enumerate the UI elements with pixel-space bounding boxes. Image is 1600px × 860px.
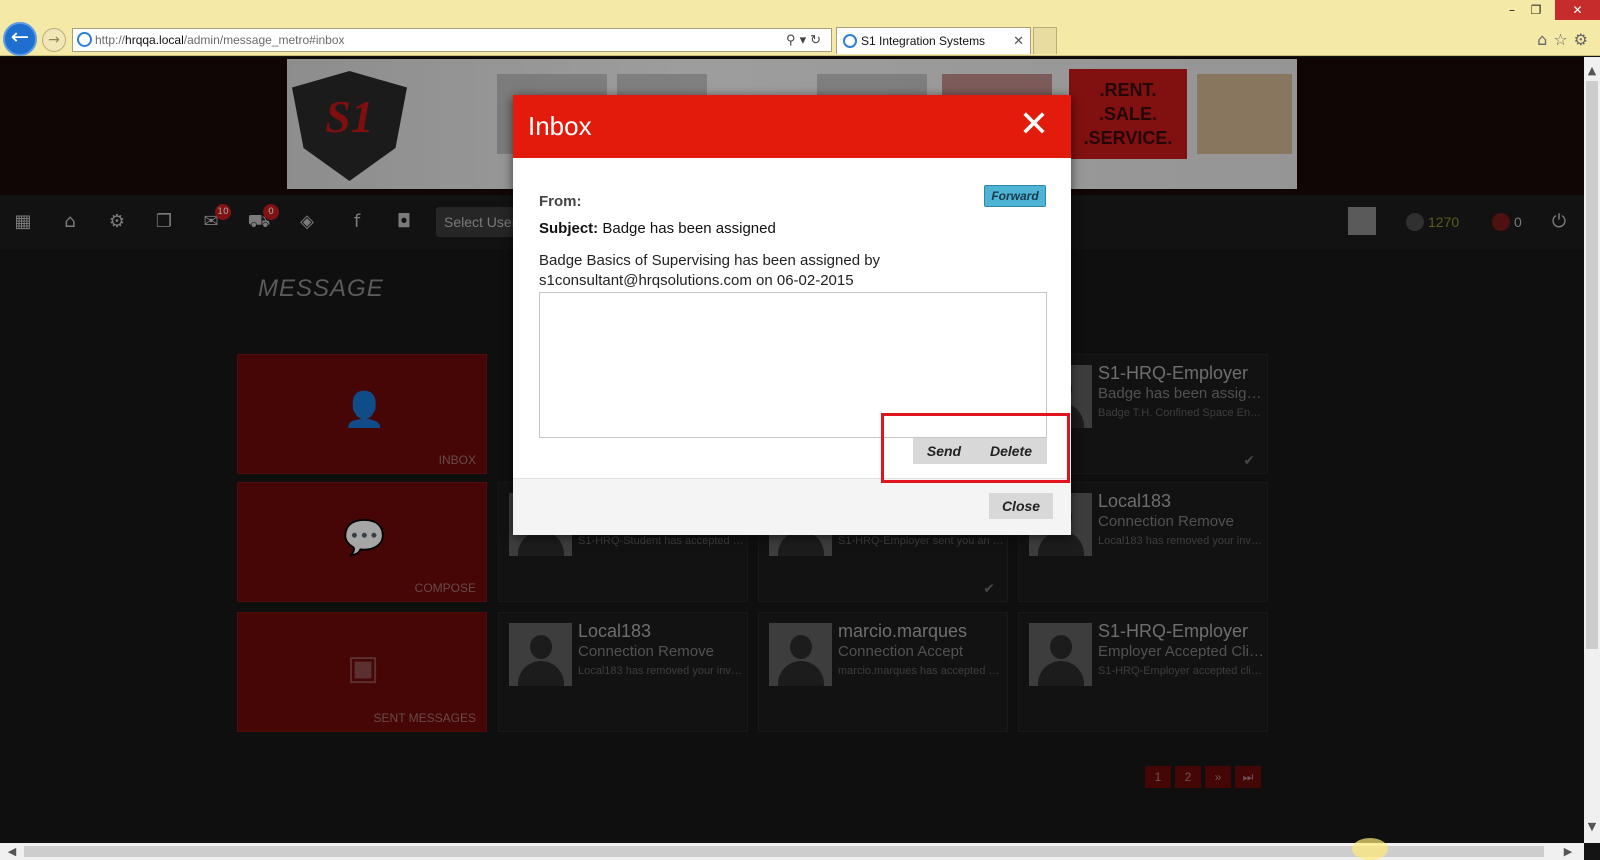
arrow-right-icon: →: [48, 32, 60, 48]
message-body-line: s1consultant@hrqsolutions.com on 06-02-2…: [539, 272, 854, 289]
vertical-scrollbar[interactable]: ▲ ▼: [1584, 57, 1600, 843]
horizontal-scrollbar[interactable]: ◀ ▶: [0, 843, 1584, 860]
ie-favicon-icon: [77, 32, 92, 47]
close-button[interactable]: Close: [989, 493, 1053, 519]
modal-header: Inbox ✕: [513, 95, 1071, 158]
url-path: /admin/message_metro#inbox: [183, 33, 345, 47]
window-minimize-button[interactable]: –: [1500, 0, 1524, 20]
address-tools: ⚲▾↻: [786, 29, 825, 51]
address-bar[interactable]: http://hrqqa.local/admin/message_metro#i…: [72, 28, 832, 52]
from-label: From:: [539, 193, 582, 210]
subject-label: Subject:: [539, 220, 599, 237]
forward-button[interactable]: Forward: [984, 185, 1046, 207]
modal-title: Inbox: [528, 111, 592, 141]
browser-tab[interactable]: S1 Integration Systems ✕: [836, 27, 1031, 54]
message-body: Badge Basics of Supervising has been ass…: [539, 251, 1039, 291]
scroll-left-icon[interactable]: ◀: [4, 843, 20, 860]
subject-value: Badge has been assigned: [602, 220, 776, 237]
modal-footer: Close: [513, 478, 1071, 535]
annotation-highlight-box: [881, 413, 1070, 483]
tab-close-icon[interactable]: ✕: [1013, 28, 1024, 54]
back-button[interactable]: ←: [3, 22, 37, 56]
chevron-down-icon[interactable]: ▾: [800, 32, 811, 47]
search-icon[interactable]: ⚲: [786, 32, 800, 47]
subject-line: Subject: Badge has been assigned: [539, 220, 776, 237]
scroll-down-icon[interactable]: ▼: [1584, 819, 1600, 835]
settings-gear-icon[interactable]: ⚙: [1574, 30, 1594, 49]
url-host: hrqqa.local: [125, 33, 184, 47]
tab-favicon-icon: [843, 34, 857, 48]
browser-icons: ⌂☆⚙: [1537, 30, 1594, 49]
arrow-left-icon: ←: [10, 25, 30, 50]
forward-button[interactable]: →: [42, 28, 66, 52]
home-icon[interactable]: ⌂: [1537, 30, 1553, 49]
horizontal-scroll-thumb[interactable]: [24, 846, 1544, 857]
new-tab-button[interactable]: [1033, 27, 1057, 54]
message-body-line: Badge Basics of Supervising has been ass…: [539, 252, 881, 269]
scroll-up-icon[interactable]: ▲: [1584, 63, 1600, 79]
vertical-scroll-thumb[interactable]: [1586, 81, 1598, 649]
scroll-right-icon[interactable]: ▶: [1560, 843, 1576, 860]
close-icon[interactable]: ✕: [1019, 105, 1049, 145]
mouse-cursor-highlight: [1352, 838, 1388, 860]
url-prefix: http://: [95, 33, 126, 47]
refresh-icon[interactable]: ↻: [810, 32, 825, 47]
window-restore-button[interactable]: ❐: [1524, 0, 1548, 20]
window-close-button[interactable]: ✕: [1555, 0, 1600, 20]
favorites-star-icon[interactable]: ☆: [1553, 30, 1573, 49]
browser-chrome: ← → http://hrqqa.local/admin/message_met…: [0, 0, 1600, 56]
tab-title: S1 Integration Systems: [861, 34, 986, 48]
